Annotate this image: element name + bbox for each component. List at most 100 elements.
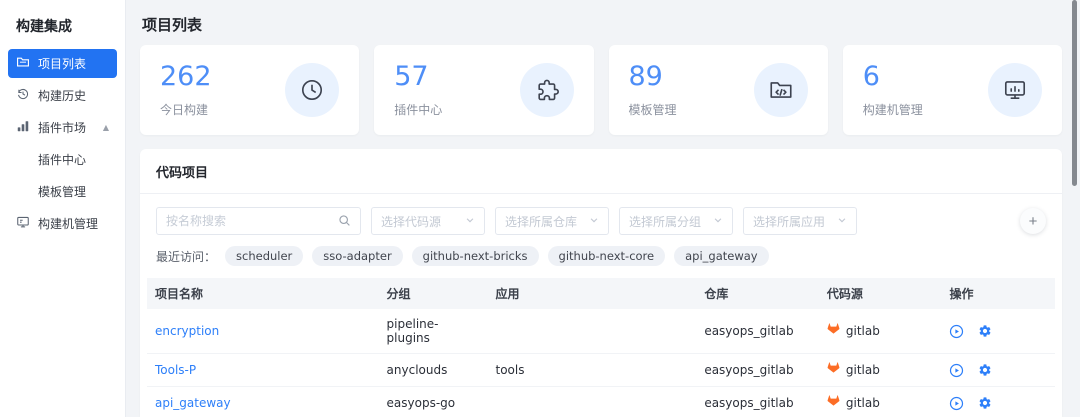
- select-placeholder: 选择代码源: [381, 214, 442, 229]
- col-header-repository: 仓库: [696, 278, 819, 309]
- chevron-down-icon: [837, 214, 847, 228]
- col-header-application: 应用: [487, 278, 697, 309]
- stat-label: 插件中心: [394, 102, 443, 117]
- chevron-up-icon[interactable]: ▲: [103, 123, 109, 132]
- sidebar-item-label: 构建历史: [38, 89, 87, 103]
- filter-row: 选择代码源 选择所属仓库 选择所属分组 选择所属应用 +: [140, 194, 1062, 235]
- search-input[interactable]: [166, 214, 338, 228]
- sidebar-item-label: 模板管理: [38, 185, 87, 199]
- sidebar-item-label: 构建机管理: [38, 217, 99, 231]
- code-projects-panel: 代码项目 选择代码源 选择所属仓库 选择所属分组 选择所属应用: [140, 149, 1062, 417]
- repository-cell: easyops_gitlab: [696, 309, 819, 354]
- code-folder-icon: [753, 63, 808, 117]
- repository-cell: easyops_gitlab: [696, 353, 819, 387]
- sidebar-title: 构建集成: [16, 19, 72, 35]
- col-header-project-name: 项目名称: [147, 278, 379, 309]
- sidebar-item-label: 项目列表: [38, 57, 87, 71]
- chevron-down-icon: [713, 214, 723, 228]
- stat-card-templates: 89 模板管理: [608, 45, 828, 135]
- recent-label: 最近访问：: [156, 249, 217, 264]
- sidebar-item-projects[interactable]: 项目列表: [8, 49, 117, 78]
- sidebar: 构建集成 项目列表 构建历史 插件市场 ▲ 插件中心 模板管理 构建机管理: [0, 0, 126, 417]
- settings-button[interactable]: [978, 324, 992, 338]
- sidebar-item-label: 插件市场: [38, 121, 87, 135]
- col-header-actions: 操作: [941, 278, 1055, 309]
- main-content: 项目列表 262 今日构建 57 插件中心 89 模板管理 6 构建机管理 代码…: [126, 0, 1080, 417]
- recent-tag[interactable]: scheduler: [225, 246, 304, 266]
- gitlab-icon: [827, 395, 840, 411]
- plugin-market-icon: [16, 119, 30, 136]
- recent-tag[interactable]: github-next-core: [547, 246, 666, 266]
- group-cell: anyclouds: [378, 353, 488, 387]
- group-cell: easyops-go: [378, 386, 488, 417]
- stat-value: 6: [862, 61, 880, 93]
- machine-monitor-icon: [16, 215, 30, 232]
- search-icon[interactable]: [338, 212, 351, 231]
- projects-table: 项目名称 分组 应用 仓库 代码源 操作 encryption pipeline-…: [147, 278, 1055, 417]
- group-cell: pipeline-plugins: [378, 309, 488, 354]
- sidebar-item-machines[interactable]: 构建机管理: [8, 209, 117, 238]
- stat-card-plugin-hub: 57 插件中心: [374, 45, 594, 135]
- chevron-down-icon: [589, 214, 599, 228]
- monitor-chart-icon: [988, 63, 1042, 117]
- puzzle-icon: [519, 63, 574, 117]
- recent-tag[interactable]: github-next-bricks: [411, 246, 539, 266]
- select-code-source[interactable]: 选择代码源: [371, 207, 485, 235]
- code-source-label: gitlab: [845, 324, 880, 338]
- sidebar-item-history[interactable]: 构建历史: [8, 81, 117, 110]
- code-source-label: gitlab: [845, 363, 880, 377]
- stat-card-build-machines: 6 构建机管理: [842, 45, 1062, 135]
- application-cell: [487, 309, 697, 354]
- stat-cards: 262 今日构建 57 插件中心 89 模板管理 6 构建机管理: [126, 45, 1080, 135]
- page-title: 项目列表: [142, 16, 203, 34]
- stat-label: 模板管理: [628, 102, 677, 117]
- application-cell: tools: [487, 353, 697, 387]
- settings-button[interactable]: [978, 363, 992, 377]
- select-placeholder: 选择所属仓库: [505, 214, 578, 229]
- projects-folder-icon: [16, 55, 30, 72]
- col-header-group: 分组: [378, 278, 488, 309]
- sidebar-item-plugin-hub[interactable]: 插件中心: [8, 145, 117, 174]
- settings-button[interactable]: [978, 396, 992, 410]
- vertical-scrollbar-thumb[interactable]: [1072, 0, 1077, 186]
- run-build-button[interactable]: [949, 396, 964, 411]
- project-name-link[interactable]: Tools-P: [155, 363, 196, 377]
- project-name-link[interactable]: api_gateway: [155, 396, 231, 410]
- project-name-link[interactable]: encryption: [155, 324, 219, 338]
- recent-tag[interactable]: sso-adapter: [312, 246, 403, 266]
- stat-value: 262: [160, 61, 212, 93]
- history-icon: [16, 87, 30, 104]
- gitlab-icon: [827, 362, 840, 378]
- sidebar-item-templates[interactable]: 模板管理: [8, 177, 117, 206]
- recent-tag[interactable]: api_gateway: [674, 246, 769, 266]
- select-repository[interactable]: 选择所属仓库: [495, 207, 609, 235]
- select-group[interactable]: 选择所属分组: [619, 207, 733, 235]
- stat-value: 89: [628, 61, 663, 93]
- table-row: api_gateway easyops-go easyops_gitlab gitla…: [147, 386, 1055, 417]
- select-application[interactable]: 选择所属应用: [743, 207, 857, 235]
- chevron-down-icon: [465, 214, 475, 228]
- repository-cell: easyops_gitlab: [696, 386, 819, 417]
- select-placeholder: 选择所属分组: [629, 214, 702, 229]
- stat-label: 今日构建: [160, 102, 209, 117]
- stat-value: 57: [394, 61, 429, 93]
- projects-table-wrap: 项目名称 分组 应用 仓库 代码源 操作 encryption pipeline-…: [140, 276, 1062, 417]
- gitlab-icon: [827, 323, 840, 339]
- col-header-code-source: 代码源: [818, 278, 942, 309]
- sidebar-item-label: 插件中心: [38, 153, 87, 167]
- table-row: encryption pipeline-plugins easyops_gitlab…: [147, 309, 1055, 354]
- run-build-button[interactable]: [949, 324, 964, 339]
- run-build-button[interactable]: [949, 363, 964, 378]
- select-placeholder: 选择所属应用: [753, 214, 826, 229]
- recent-visits: 最近访问： scheduler sso-adapter github-next-…: [140, 235, 1062, 276]
- clock-icon: [285, 63, 340, 117]
- search-box: [156, 207, 361, 235]
- application-cell: [487, 386, 697, 417]
- section-title: 代码项目: [140, 149, 1062, 194]
- table-header-row: 项目名称 分组 应用 仓库 代码源 操作: [147, 278, 1055, 309]
- stat-label: 构建机管理: [862, 102, 923, 117]
- add-project-button[interactable]: +: [1020, 208, 1046, 234]
- stat-card-today-builds: 262 今日构建: [140, 45, 360, 135]
- code-source-label: gitlab: [845, 396, 880, 410]
- sidebar-item-plugin-market[interactable]: 插件市场 ▲: [8, 113, 117, 142]
